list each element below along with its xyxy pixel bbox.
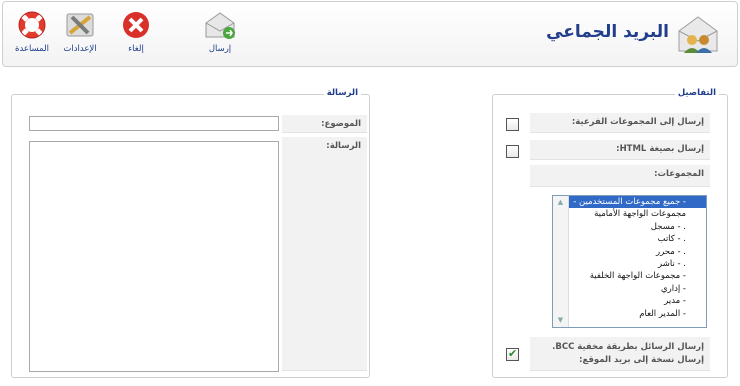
group-option[interactable]: - إداري: [553, 283, 706, 295]
group-option[interactable]: . - ناشر: [553, 258, 706, 270]
group-option[interactable]: - المدير العام: [553, 308, 706, 320]
group-option[interactable]: . - مسجل: [553, 221, 706, 233]
settings-button-label: الإعدادات: [63, 44, 97, 54]
send-to-subgroups-label: إرسال إلى المجموعات الفرعية:: [530, 113, 710, 133]
mass-mail-icon: [675, 13, 721, 57]
details-legend: التفاصيل: [674, 88, 719, 98]
group-option[interactable]: . - كاتب: [553, 233, 706, 245]
send-mail-icon: [200, 9, 240, 41]
send-html-checkbox[interactable]: [506, 145, 519, 158]
subject-input[interactable]: [29, 116, 279, 131]
send-html-label: إرسال بصيغة HTML:: [530, 140, 710, 160]
help-button[interactable]: المساعدة: [9, 9, 55, 63]
group-option[interactable]: مجموعات الواجهة الأمامية: [553, 208, 706, 220]
message-body-label: الرسالة:: [282, 137, 367, 371]
help-button-label: المساعدة: [14, 44, 50, 54]
scroll-down-icon[interactable]: ▼: [556, 316, 565, 325]
message-body-textarea[interactable]: [29, 141, 279, 372]
group-option[interactable]: . - محرر: [553, 246, 706, 258]
cancel-icon: [116, 9, 156, 41]
settings-button[interactable]: الإعدادات: [57, 9, 103, 63]
help-lifebuoy-icon: [12, 9, 52, 41]
toolbar: المساعدة الإعدادات إلغاء إرسال البريد ال…: [2, 1, 738, 67]
scroll-up-icon[interactable]: ▲: [556, 198, 565, 207]
bcc-checkbox[interactable]: [506, 347, 519, 361]
bcc-label: إرسال الرسائل بطريقة مخفية BCC. إرسال نس…: [530, 337, 710, 371]
groups-scrollbar[interactable]: ▲ ▼: [553, 196, 569, 327]
groups-label: المجموعات:: [530, 165, 710, 187]
group-option[interactable]: - جميع مجموعات المستخدمين -: [553, 196, 706, 209]
message-legend: الرسالة: [323, 88, 361, 98]
subject-label: الموضوع:: [282, 115, 367, 133]
group-option[interactable]: - مجموعات الواجهة الخلفية: [553, 270, 706, 282]
group-option[interactable]: - مدير: [553, 295, 706, 307]
send-button-label: إرسال: [208, 44, 232, 54]
page-title: البريد الجماعي: [546, 22, 669, 42]
cancel-button-label: إلغاء: [128, 44, 144, 54]
send-to-subgroups-checkbox[interactable]: [506, 118, 519, 131]
bcc-label-line2: إرسال نسخة إلى بريد الموقع:: [579, 355, 704, 365]
groups-select[interactable]: ▲ ▼ - جميع مجموعات المستخدمين - مجموعات …: [552, 195, 707, 328]
settings-tools-icon: [60, 9, 100, 41]
bcc-label-line1: إرسال الرسائل بطريقة مخفية BCC.: [552, 342, 704, 352]
cancel-button[interactable]: إلغاء: [113, 9, 159, 63]
send-button[interactable]: إرسال: [197, 9, 243, 63]
